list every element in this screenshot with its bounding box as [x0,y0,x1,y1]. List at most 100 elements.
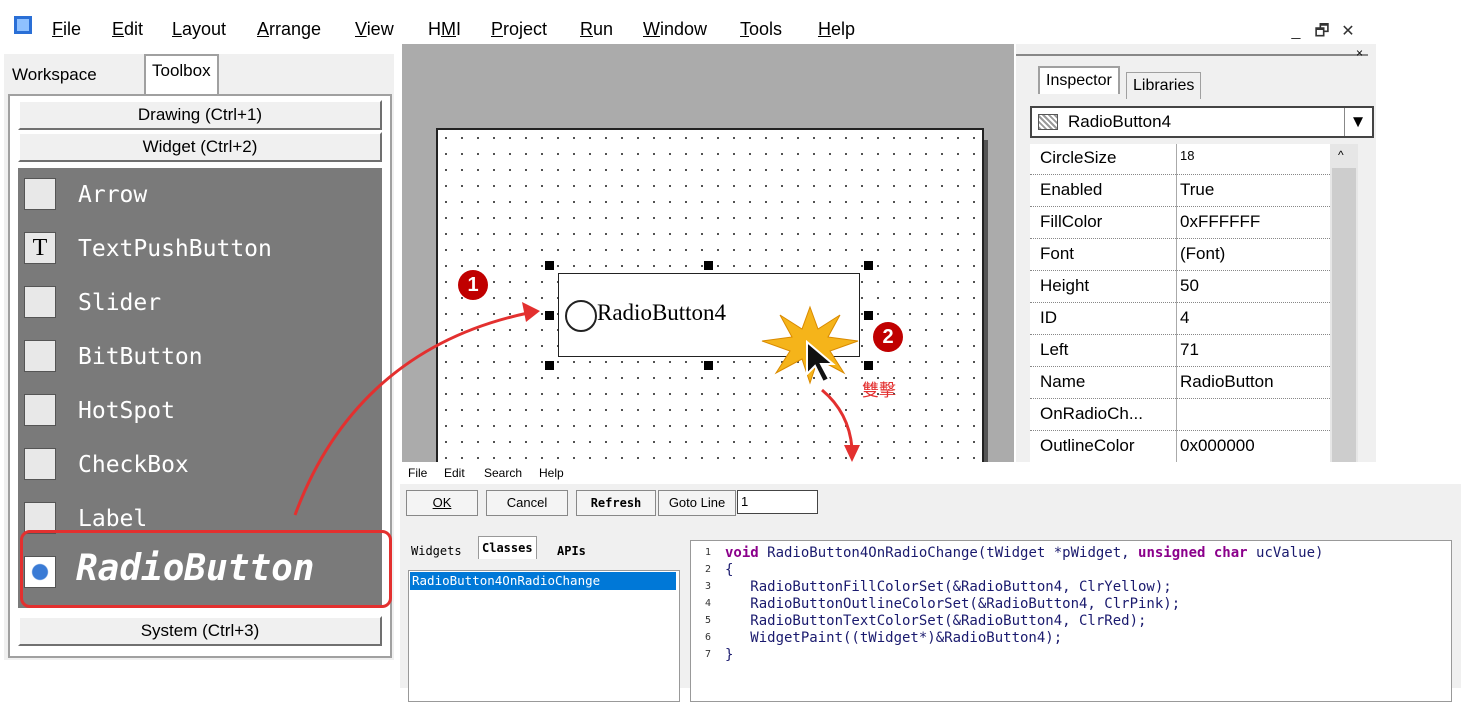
tab-workspace[interactable]: Workspace [6,60,103,90]
menu-item-window[interactable]: Window [643,18,707,40]
radio-circle [565,300,597,332]
line-number: 1 [704,547,711,558]
property-value[interactable]: 71 [1180,340,1199,360]
property-row-name[interactable]: Name RadioButton [1030,368,1330,399]
property-divider[interactable] [1176,144,1177,464]
checkbox-icon [24,448,56,480]
editor-tab-apis[interactable]: APIs [554,540,589,562]
line-number: 6 [704,632,711,643]
step-1-badge: 1 [458,270,488,300]
menu-item-hmi[interactable]: HMI [428,18,461,40]
editor-menu-file[interactable]: File [408,466,427,480]
line-number: 5 [704,615,711,626]
bitbutton-icon [24,340,56,372]
widget-category-button[interactable]: Widget (Ctrl+2) [18,132,382,162]
ok-button[interactable]: OK [406,490,478,516]
resize-handle-se[interactable] [864,361,873,370]
cancel-label: Cancel [506,495,548,510]
editor-menu-help[interactable]: Help [539,466,564,480]
code-editor-window: File Edit Search Help OK Cancel Refresh Got… [400,462,1461,702]
scroll-up-icon[interactable]: ^ [1338,148,1344,162]
tab-toolbox[interactable]: Toolbox [144,54,219,94]
property-name: ID [1040,308,1057,327]
menu-item-run[interactable]: Run [580,18,613,40]
property-row-font[interactable]: Font (Font) [1030,240,1330,271]
goto-line-input[interactable]: 1 [737,490,818,514]
drawing-category-button[interactable]: Drawing (Ctrl+1) [18,100,382,130]
code-pane[interactable]: 1 void RadioButton4OnRadioChange(tWidget … [690,540,1452,702]
object-select[interactable]: RadioButton4 ▼ [1030,106,1374,138]
class-list-item[interactable]: RadioButton4OnRadioChange [410,572,676,590]
editor-tab-classes[interactable]: Classes [478,536,537,559]
widget-item-bitbutton[interactable]: BitButton [18,330,382,384]
property-scrollbar[interactable]: ^ [1330,144,1358,464]
editor-tab-widgets[interactable]: Widgets [408,540,465,562]
property-value[interactable]: 18 [1180,148,1194,163]
property-row-circlesize[interactable]: CircleSize 18 [1030,144,1330,175]
property-row-outlinecolor[interactable]: OutlineColor 0x000000 [1030,432,1330,463]
property-value[interactable]: (Font) [1180,244,1225,264]
mouse-cursor-icon [806,340,836,384]
menu-item-project[interactable]: Project [491,18,547,40]
menu-item-file[interactable]: File [52,18,81,40]
property-row-onradioch[interactable]: OnRadioCh... [1030,400,1330,431]
object-type-icon [1038,114,1058,130]
scroll-thumb[interactable] [1332,168,1356,464]
menu-item-edit[interactable]: Edit [112,18,143,40]
arrow-icon [24,178,56,210]
editor-menu-search[interactable]: Search [484,466,522,480]
resize-handle-ne[interactable] [864,261,873,270]
widget-item-label: CheckBox [78,452,189,478]
cancel-button[interactable]: Cancel [486,490,568,516]
property-value[interactable]: RadioButton [1180,372,1274,392]
tab-libraries[interactable]: Libraries [1126,72,1202,99]
property-row-id[interactable]: ID 4 [1030,304,1330,335]
menu-item-tools[interactable]: Tools [740,18,782,40]
refresh-button[interactable]: Refresh [576,490,656,516]
property-name: Left [1040,340,1069,359]
menu-item-arrange[interactable]: Arrange [257,18,321,40]
property-value[interactable]: 50 [1180,276,1199,296]
property-value[interactable]: 0xFFFFFF [1180,212,1260,232]
property-value[interactable]: 0x000000 [1180,436,1255,456]
minimize-button[interactable]: _ [1286,22,1306,42]
widget-item-hotspot[interactable]: HotSpot [18,384,382,438]
widget-item-checkbox[interactable]: CheckBox [18,438,382,492]
menu-item-view[interactable]: View [355,18,394,40]
resize-handle-n[interactable] [704,261,713,270]
restore-button[interactable]: 🗗 [1312,22,1332,42]
property-row-left[interactable]: Left 71 [1030,336,1330,367]
object-select-value: RadioButton4 [1068,112,1172,131]
close-button[interactable]: ✕ [1338,22,1358,42]
resize-handle-sw[interactable] [545,361,554,370]
resize-handle-w[interactable] [545,311,554,320]
widget-item-slider[interactable]: Slider [18,276,382,330]
line-number: 3 [704,581,711,592]
system-category-button[interactable]: System (Ctrl+3) [18,616,382,646]
property-row-enabled[interactable]: Enabled True [1030,176,1330,207]
code-line: RadioButtonOutlineColorSet(&RadioButton4… [725,596,1181,612]
editor-body: Widgets Classes APIs RadioButton4OnRadioCh… [400,520,1461,702]
property-value[interactable]: 4 [1180,308,1189,328]
resize-handle-e[interactable] [864,311,873,320]
menu-item-layout[interactable]: Layout [172,18,226,40]
panel-close-icon[interactable]: × [1356,46,1363,60]
property-name: OnRadioCh... [1040,404,1143,423]
resize-handle-s[interactable] [704,361,713,370]
goto-line-button[interactable]: Goto Line [658,490,736,516]
widget-item-arrow[interactable]: Arrow [18,168,382,222]
property-name: Name [1040,372,1086,391]
line-number: 2 [704,564,711,575]
menu-item-help[interactable]: Help [818,18,855,40]
property-row-height[interactable]: Height 50 [1030,272,1330,303]
widget-item-textpushbutton[interactable]: T TextPushButton [18,222,382,276]
resize-handle-nw[interactable] [545,261,554,270]
tab-inspector[interactable]: Inspector [1038,66,1120,94]
chevron-down-icon[interactable]: ▼ [1344,108,1371,136]
code-line: WidgetPaint((tWidget*)&RadioButton4); [725,630,1063,646]
property-value[interactable]: True [1180,180,1214,200]
property-row-fillcolor[interactable]: FillColor 0xFFFFFF [1030,208,1330,239]
double-click-caption: 雙擊 [862,381,896,401]
property-grid: CircleSize 18 Enabled True FillColor 0xFFFFFF… [1030,144,1330,464]
editor-menu-edit[interactable]: Edit [444,466,465,480]
